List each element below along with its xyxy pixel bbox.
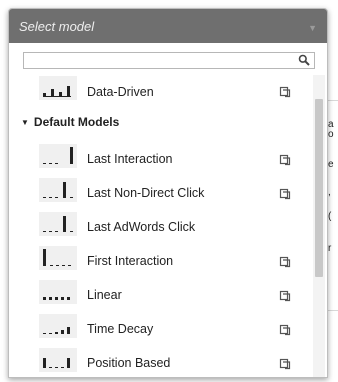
last-interaction-thumbnail — [39, 144, 77, 168]
model-item-label: First Interaction — [87, 254, 174, 268]
model-item-first-interaction[interactable]: First Interaction — [9, 245, 309, 279]
search-input[interactable] — [24, 55, 292, 71]
model-item-label: Time Decay — [87, 322, 154, 336]
copy-icon[interactable] — [279, 256, 291, 268]
copy-icon[interactable] — [279, 358, 291, 370]
copy-icon[interactable] — [279, 188, 291, 200]
background-text-fragment: e — [328, 159, 334, 170]
last-adwords-click-thumbnail — [39, 212, 77, 236]
copy-icon[interactable] — [279, 324, 291, 336]
chevron-down-icon[interactable]: ▼ — [308, 23, 317, 33]
search-field[interactable] — [23, 52, 315, 71]
time-decay-thumbnail — [39, 314, 77, 338]
first-interaction-thumbnail — [39, 246, 77, 270]
model-item-last-interaction[interactable]: Last Interaction — [9, 143, 309, 177]
expand-triangle-icon[interactable]: ▼ — [21, 118, 29, 127]
model-item-label: Last Interaction — [87, 152, 173, 166]
model-item-label: Linear — [87, 288, 122, 302]
dropdown-header[interactable]: Select model ▼ — [9, 9, 327, 43]
model-item-label: Last AdWords Click — [87, 220, 196, 234]
model-item-position-based[interactable]: Position Based — [9, 347, 309, 377]
model-item-time-decay[interactable]: Time Decay — [9, 313, 309, 347]
model-item-last-non-direct-click[interactable]: Last Non-Direct Click — [9, 177, 309, 211]
position-based-thumbnail — [39, 348, 77, 372]
search-icon[interactable] — [298, 54, 310, 66]
group-label-default-models[interactable]: ▼ Default Models — [21, 115, 119, 129]
model-item-label: Last Non-Direct Click — [87, 186, 205, 200]
model-item-label: Position Based — [87, 356, 171, 370]
data-driven-thumbnail — [39, 76, 77, 100]
model-item-label: Data-Driven — [87, 85, 154, 99]
last-non-direct-click-thumbnail — [39, 178, 77, 202]
copy-icon[interactable] — [279, 290, 291, 302]
model-select-dropdown[interactable]: Select model ▼ Data-Driven ▼ Default Mod… — [8, 8, 328, 378]
model-item-linear[interactable]: Linear — [9, 279, 309, 313]
copy-icon[interactable] — [279, 86, 291, 98]
group-label-text: Default Models — [33, 115, 120, 129]
linear-thumbnail — [39, 280, 77, 304]
scrollbar-thumb[interactable] — [315, 99, 323, 277]
background-text-fragment: ao — [328, 119, 334, 140]
copy-icon[interactable] — [279, 154, 291, 166]
dropdown-title: Select model — [19, 18, 95, 34]
background-text-fragment: r — [328, 243, 332, 254]
background-text-fragment: , — [328, 187, 331, 198]
model-item-data-driven[interactable]: Data-Driven — [9, 75, 309, 109]
background-text-fragment: ( — [328, 211, 332, 222]
model-item-last-adwords-click[interactable]: Last AdWords Click — [9, 211, 309, 245]
